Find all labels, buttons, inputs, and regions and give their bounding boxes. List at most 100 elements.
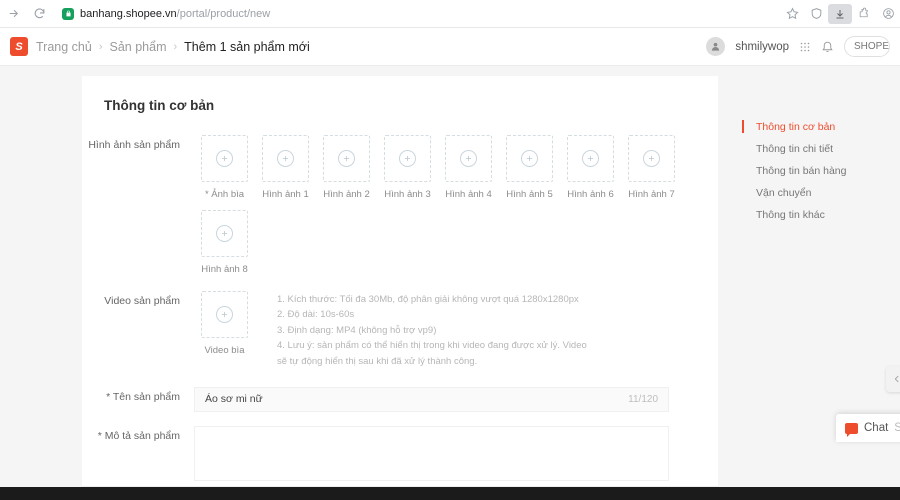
puzzle-icon[interactable] [852,1,876,27]
breadcrumb-separator: › [98,40,103,53]
upload-box [323,135,370,182]
product-description-row: * Mô tả sản phẩm [82,425,718,481]
plus-circle-icon [216,306,233,323]
plus-circle-icon [277,150,294,167]
video-note: 4. Lưu ý: sản phẩm có thể hiển thị trong… [277,340,587,367]
image-upload-2[interactable]: Hình ảnh 2 [316,135,377,200]
plus-circle-icon [399,150,416,167]
screen: banhang.shopee.vn/portal/product/new S T [0,0,900,500]
reload-icon[interactable] [26,1,52,27]
page-title: Thông tin cơ bản [104,98,215,113]
product-images-row: Hình ảnh sản phẩm * Ảnh bìa Hình ảnh 1 H… [82,135,718,275]
star-icon[interactable] [780,1,804,27]
upload-box [445,135,492,182]
upload-box [201,135,248,182]
image-upload-3[interactable]: Hình ảnh 3 [377,135,438,200]
upload-caption: Hình ảnh 2 [323,189,370,200]
product-video-row: Video sản phẩm Video bìa 1. Kích thước: … [82,291,718,369]
image-upload-5[interactable]: Hình ảnh 5 [499,135,560,200]
video-caption: Video bìa [204,345,245,356]
shield-icon[interactable] [804,1,828,27]
upload-box [567,135,614,182]
breadcrumb-separator: › [173,40,178,53]
upload-box [506,135,553,182]
plus-circle-icon [643,150,660,167]
username-label: shmilywop [735,40,789,53]
product-name-value: Áo sơ mi nữ [205,393,263,406]
plus-circle-icon [216,225,233,242]
sidebar-item-detail-info[interactable]: Thông tin chi tiết [742,138,892,160]
video-note: 1. Kích thước: Tối đa 30Mb, độ phân giải… [277,294,579,305]
product-form: Hình ảnh sản phẩm * Ảnh bìa Hình ảnh 1 H… [82,113,718,481]
forward-arrow-icon[interactable] [0,1,26,27]
chat-label: Chat [864,422,889,434]
video-note: 3. Định dạng: MP4 (không hỗ trợ vp9) [277,324,437,336]
video-upload-area: Video bìa 1. Kích thước: Tối đa 30Mb, độ… [194,291,592,369]
breadcrumb: Trang chủ › Sản phẩm › Thêm 1 sản phẩm m… [36,40,310,54]
sidebar-item-other-info[interactable]: Thông tin khác [742,204,892,226]
grid-apps-icon[interactable] [799,41,811,53]
breadcrumb-item-home[interactable]: Trang chủ [36,40,92,54]
image-upload-4[interactable]: Hình ảnh 4 [438,135,499,200]
breadcrumb-item-products[interactable]: Sản phẩm [110,40,167,54]
product-images-label: Hình ảnh sản phẩm [88,139,180,151]
profile-icon[interactable] [876,1,900,27]
product-name-row: * Tên sản phẩm Áo sơ mi nữ 11/120 [82,386,718,412]
page-scrollbar[interactable] [896,132,900,500]
url-host: banhang.shopee.vn [80,7,177,20]
product-description-textarea[interactable] [194,425,669,481]
shopee-university-button[interactable]: SHOPEE U [844,36,890,57]
upload-box [628,135,675,182]
section-nav: Thông tin cơ bản Thông tin chi tiết Thôn… [742,116,892,226]
chat-extra-label: S [894,422,900,434]
upload-caption: Hình ảnh 3 [384,189,431,200]
upload-caption: Hình ảnh 8 [201,264,248,275]
lock-icon [62,7,74,20]
upload-caption: Hình ảnh 7 [628,189,675,200]
sidebar-item-shipping[interactable]: Vận chuyển [742,182,892,204]
sidebar-item-sales-info[interactable]: Thông tin bán hàng [742,160,892,182]
upload-caption: Hình ảnh 1 [262,189,309,200]
plus-circle-icon [582,150,599,167]
chat-bubble-icon [845,422,858,437]
os-taskbar [0,487,900,500]
upload-caption: Hình ảnh 6 [567,189,614,200]
download-icon[interactable] [828,3,852,24]
bell-icon[interactable] [821,40,834,53]
video-note: 2. Độ dài: 10s-60s [277,309,355,321]
plus-circle-icon [338,150,355,167]
image-upload-1[interactable]: Hình ảnh 1 [255,135,316,200]
image-upload-7[interactable]: Hình ảnh 7 [621,135,682,200]
browser-toolbar: banhang.shopee.vn/portal/product/new [0,0,900,28]
product-video-label: Video sản phẩm [104,295,180,307]
url-path: /portal/product/new [176,7,271,20]
app-header: S Trang chủ › Sản phẩm › Thêm 1 sản phẩm… [0,28,900,66]
upload-box [384,135,431,182]
breadcrumb-item-current: Thêm 1 sản phẩm mới [184,39,310,54]
product-description-label: * Mô tả sản phẩm [97,429,180,442]
address-bar[interactable]: banhang.shopee.vn/portal/product/new [56,4,774,24]
upload-box [262,135,309,182]
shopee-logo-icon[interactable]: S [10,37,28,56]
plus-circle-icon [460,150,477,167]
page-content: Thông tin cơ bản Hình ảnh sản phẩm * Ảnh… [0,66,900,500]
basic-info-card: Thông tin cơ bản Hình ảnh sản phẩm * Ảnh… [82,76,718,500]
product-name-label: * Tên sản phẩm [106,390,180,403]
video-upload-cell[interactable]: Video bìa [194,291,255,356]
product-name-counter: 11/120 [628,393,658,405]
image-upload-6[interactable]: Hình ảnh 6 [560,135,621,200]
image-upload-grid: * Ảnh bìa Hình ảnh 1 Hình ảnh 2 Hình ảnh… [194,135,718,275]
upload-caption: Hình ảnh 4 [445,189,492,200]
header-right: shmilywop SHOPEE U [706,36,892,57]
avatar[interactable] [706,37,726,56]
plus-circle-icon [521,150,538,167]
image-upload-8[interactable]: Hình ảnh 8 [194,210,255,275]
image-upload-cover[interactable]: * Ảnh bìa [194,135,255,200]
upload-caption: * Ảnh bìa [204,189,245,200]
sidebar-item-basic-info[interactable]: Thông tin cơ bản [742,116,892,138]
chat-widget[interactable]: Chat S [836,414,900,442]
video-requirements: 1. Kích thước: Tối đa 30Mb, độ phân giải… [277,291,592,369]
upload-box [201,210,248,257]
collapse-icon[interactable] [886,366,900,392]
product-name-input[interactable]: Áo sơ mi nữ 11/120 [194,386,669,412]
